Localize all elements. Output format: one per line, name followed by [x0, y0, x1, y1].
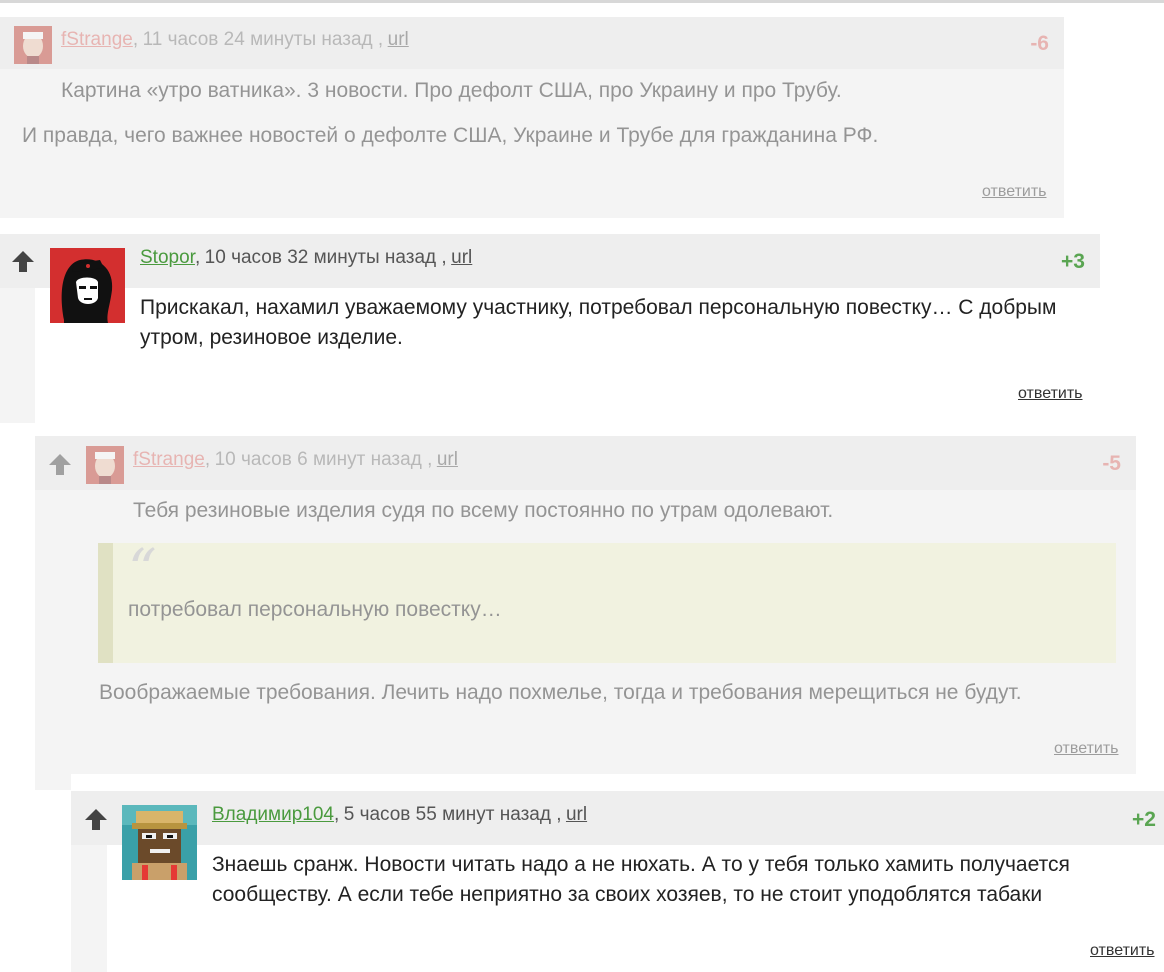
meta-separator: , — [333, 804, 340, 825]
upvote-arrow-icon[interactable] — [47, 451, 73, 482]
comment-text: Картина «утро ватника». 3 новости. Про д… — [61, 79, 842, 102]
url-link[interactable]: url — [437, 449, 458, 470]
author-link[interactable]: Владимир104 — [212, 804, 334, 825]
upvote-arrow-icon[interactable] — [83, 806, 109, 837]
comment-meta: fStrange, 10 часов 6 минут назад , url — [133, 449, 458, 471]
avatar[interactable] — [14, 26, 52, 64]
avatar[interactable] — [86, 446, 124, 484]
avatar[interactable] — [122, 805, 197, 880]
timestamp: 5 часов 55 минут назад , — [343, 804, 562, 825]
comment-meta: Владимир104, 5 часов 55 минут назад , ur… — [212, 804, 587, 826]
comment-meta: fStrange, 11 часов 24 минуты назад , url — [61, 29, 409, 51]
comment-score: +2 — [1132, 808, 1156, 831]
timestamp: 10 часов 6 минут назад , — [214, 449, 433, 470]
url-link[interactable]: url — [388, 29, 409, 50]
author-link[interactable]: Stopor — [140, 247, 195, 268]
upvote-arrow-icon[interactable] — [10, 248, 36, 279]
timestamp: 10 часов 32 минуты назад , — [204, 247, 447, 268]
quote-bar — [98, 543, 113, 663]
comment-text: Воображаемые требования. Лечить надо пох… — [99, 681, 1022, 704]
quote-text: потребовал персональную повестку… — [128, 598, 502, 621]
reply-link[interactable]: ответить — [1090, 942, 1155, 960]
meta-separator: , — [194, 247, 201, 268]
url-link[interactable]: url — [451, 247, 472, 268]
avatar[interactable] — [50, 248, 125, 323]
reply-link[interactable]: ответить — [1018, 385, 1083, 403]
comment-text: Прискакал, нахамил уважаемому участнику,… — [140, 296, 1057, 349]
comment-score: +3 — [1061, 250, 1085, 273]
comment-text: И правда, чего важнее новостей о дефолте… — [22, 124, 879, 147]
timestamp: 11 часов 24 минуты назад , — [142, 29, 384, 50]
reply-link[interactable]: ответить — [982, 183, 1047, 201]
comment-text: Тебя резиновые изделия судя по всему пос… — [133, 499, 834, 522]
url-link[interactable]: url — [566, 804, 587, 825]
comment-meta: Stopor, 10 часов 32 минуты назад , url — [140, 247, 472, 269]
quote-mark-icon: “ — [128, 538, 157, 603]
thread-gutter — [35, 490, 71, 790]
meta-separator: , — [132, 29, 139, 50]
comment-score: -5 — [1102, 452, 1121, 475]
meta-separator: , — [204, 449, 211, 470]
top-divider — [0, 0, 1164, 3]
author-link[interactable]: fStrange — [133, 449, 205, 470]
author-link[interactable]: fStrange — [61, 29, 133, 50]
reply-link[interactable]: ответить — [1054, 740, 1119, 758]
blockquote: “ потребовал персональную повестку… — [98, 543, 1116, 663]
comment-text: Знаешь сранж. Новости читать надо а не н… — [212, 853, 1070, 906]
thread-gutter — [0, 288, 35, 423]
thread-gutter — [71, 845, 107, 972]
comment-score: -6 — [1030, 32, 1049, 55]
